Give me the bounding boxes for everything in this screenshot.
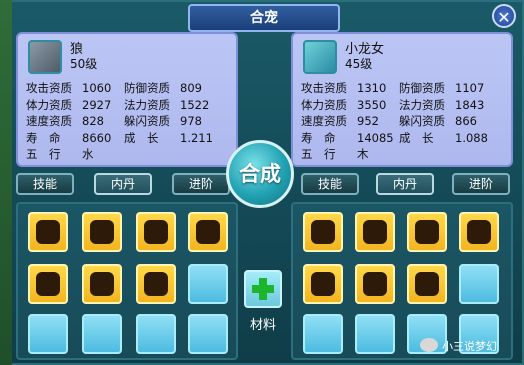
skill-slot[interactable]: [407, 212, 447, 252]
window-title: 合宠: [188, 4, 340, 32]
stat-label: 速度资质: [301, 114, 347, 128]
left-pet-panel: 狼 50级 攻击资质 1060 防御资质 809 体力资质 2927 法力资质 1522 速…: [16, 32, 238, 167]
stat-value: 866: [455, 114, 477, 128]
merge-button[interactable]: 合成: [226, 140, 294, 208]
empty-skill-slot[interactable]: [355, 314, 395, 354]
stat-value: 1.211: [180, 130, 213, 145]
left-skill-grid: [16, 202, 238, 360]
right-pet-panel: 小龙女 45级 攻击资质 1310 防御资质 1107 体力资质 3550 法力资质 184…: [291, 32, 513, 167]
skill-icon: [415, 272, 439, 296]
skill-icon: [36, 220, 60, 244]
skill-icon: [363, 272, 387, 296]
left-tab-neidan[interactable]: 内丹: [94, 173, 152, 195]
stat-value: 828: [82, 114, 104, 128]
skill-slot[interactable]: [28, 264, 68, 304]
skill-slot[interactable]: [355, 212, 395, 252]
add-material-button[interactable]: [244, 270, 282, 308]
skill-slot[interactable]: [459, 212, 499, 252]
stat-value: 978: [180, 114, 202, 128]
stat-label: 速度资质: [26, 114, 72, 128]
stat-label: 法力资质: [399, 97, 445, 112]
wolf-avatar[interactable]: [28, 40, 62, 74]
stat-label: 寿 命: [26, 130, 61, 145]
stat-label: 成 长: [124, 130, 159, 145]
stat-label: 防御资质: [399, 81, 445, 95]
stat-value: 1522: [180, 97, 210, 112]
skill-slot[interactable]: [303, 212, 343, 252]
skill-slot[interactable]: [355, 264, 395, 304]
close-button[interactable]: ✕: [492, 4, 516, 28]
right-tab-neidan[interactable]: 内丹: [376, 173, 434, 195]
stat-value: 3550: [357, 97, 387, 112]
left-tab-skills[interactable]: 技能: [16, 173, 74, 195]
stat-value: 809: [180, 81, 202, 95]
plus-icon: [259, 278, 267, 300]
stat-value: 木: [357, 147, 369, 161]
skill-icon: [311, 272, 335, 296]
skill-icon: [144, 272, 168, 296]
wechat-icon: [420, 338, 438, 352]
empty-skill-slot[interactable]: [188, 264, 228, 304]
empty-skill-slot[interactable]: [82, 314, 122, 354]
empty-skill-slot[interactable]: [136, 314, 176, 354]
empty-skill-slot[interactable]: [303, 314, 343, 354]
stat-value: 1310: [357, 81, 387, 95]
skill-icon: [363, 220, 387, 244]
stat-label: 五 行: [301, 147, 336, 161]
skill-icon: [144, 220, 168, 244]
skill-slot[interactable]: [188, 212, 228, 252]
left-tab-advance[interactable]: 进阶: [172, 173, 230, 195]
empty-skill-slot[interactable]: [28, 314, 68, 354]
right-tab-advance[interactable]: 进阶: [452, 173, 510, 195]
stat-value: 1.088: [455, 130, 488, 145]
stat-label: 法力资质: [124, 97, 170, 112]
skill-icon: [36, 272, 60, 296]
dragon-girl-avatar[interactable]: [303, 40, 337, 74]
stat-value: 1107: [455, 81, 485, 95]
stat-label: 五 行: [26, 147, 61, 161]
material-label: 材料: [249, 318, 276, 333]
stat-value: 1843: [455, 97, 485, 112]
stat-label: 体力资质: [301, 97, 347, 112]
stat-value: 水: [82, 147, 94, 161]
stat-label: 体力资质: [26, 97, 72, 112]
skill-icon: [196, 220, 220, 244]
skill-icon: [311, 220, 335, 244]
stat-label: 成 长: [399, 130, 434, 145]
stat-value: 1060: [82, 81, 112, 95]
left-pet-level: 50级: [70, 57, 98, 71]
stat-value: 2927: [82, 97, 112, 112]
stat-label: 攻击资质: [301, 81, 347, 95]
skill-slot[interactable]: [136, 264, 176, 304]
stat-value: 8660: [82, 130, 112, 145]
empty-skill-slot[interactable]: [188, 314, 228, 354]
stat-label: 防御资质: [124, 81, 170, 95]
skill-slot[interactable]: [82, 264, 122, 304]
skill-slot[interactable]: [82, 212, 122, 252]
left-pet-stats: 攻击资质 1060 防御资质 809 体力资质 2927 法力资质 1522 速度资质 828…: [26, 80, 236, 163]
watermark-text: 小三说梦幻: [442, 340, 497, 353]
stat-label: 攻击资质: [26, 81, 72, 95]
stat-label: 寿 命: [301, 130, 336, 145]
empty-skill-slot[interactable]: [459, 264, 499, 304]
stat-value: 14085: [357, 130, 394, 145]
skill-slot[interactable]: [303, 264, 343, 304]
stat-value: 952: [357, 114, 379, 128]
right-pet-stats: 攻击资质 1310 防御资质 1107 体力资质 3550 法力资质 1843 速度资质 95…: [301, 80, 511, 163]
watermark: 小三说梦幻: [420, 336, 524, 358]
stat-label: 躲闪资质: [124, 114, 170, 128]
stat-label: 躲闪资质: [399, 114, 445, 128]
skill-icon: [467, 220, 491, 244]
skill-icon: [415, 220, 439, 244]
skill-slot[interactable]: [136, 212, 176, 252]
skill-slot[interactable]: [407, 264, 447, 304]
right-pet-level: 45级: [345, 57, 373, 71]
skill-icon: [90, 220, 114, 244]
skill-icon: [90, 272, 114, 296]
skill-slot[interactable]: [28, 212, 68, 252]
left-background-decoration: [0, 0, 12, 365]
right-tab-skills[interactable]: 技能: [301, 173, 359, 195]
